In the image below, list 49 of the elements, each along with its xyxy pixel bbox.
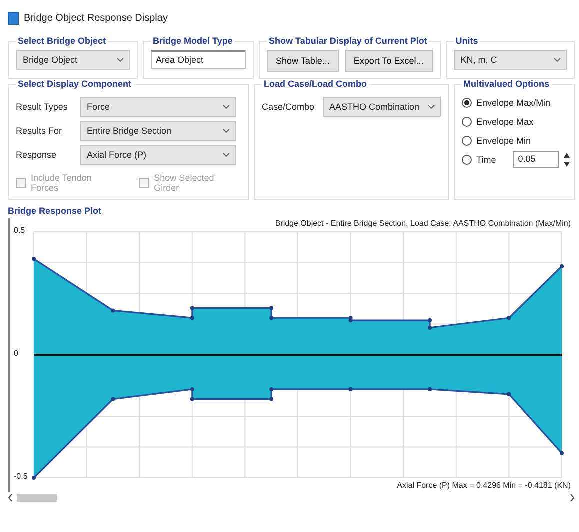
- caret-icon: [223, 153, 230, 157]
- checkbox-label: Include Tendon Forces: [31, 173, 93, 193]
- app-icon: [8, 12, 19, 24]
- dropdown[interactable]: KN, m, C: [454, 50, 567, 70]
- group-title: Load Case/Load Combo: [263, 79, 368, 89]
- group-title: Units: [454, 36, 480, 46]
- caret-icon: [223, 105, 230, 109]
- dropdown[interactable]: AASTHO Combination: [322, 97, 441, 117]
- caret-icon: [554, 58, 561, 62]
- radio-label: Time: [476, 154, 496, 166]
- radio-button[interactable]: [462, 136, 472, 146]
- number-field[interactable]: 0.05: [513, 151, 560, 168]
- dropdown[interactable]: Entire Bridge Section: [80, 121, 236, 141]
- window-title: Bridge Object Response Display: [24, 12, 168, 24]
- radio-label: Envelope Min: [476, 134, 532, 146]
- group-title: Show Tabular Display of Current Plot: [268, 36, 428, 46]
- dropdown[interactable]: Axial Force (P): [80, 145, 236, 165]
- axis-tick-label: 0.5: [14, 226, 26, 236]
- radio-label: Envelope Max/Min: [476, 96, 551, 108]
- group-title: Select Bridge Object: [17, 36, 108, 46]
- scroll-right-icon[interactable]: [570, 494, 575, 502]
- field-label: Case/Combo: [262, 102, 315, 112]
- field-label: Result Types: [16, 102, 69, 112]
- button[interactable]: Export To Excel...: [344, 50, 433, 72]
- axis-tick-label: -0.5: [14, 472, 28, 482]
- plot-header: Bridge Object - Entire Bridge Section, Load Case: AASTHO Combination (Max/Min): [274, 218, 572, 230]
- scrollbar-thumb[interactable]: [17, 494, 57, 502]
- plot-footer: Axial Force (P) Max = 0.4296 Min = -0.4181 (KN): [12, 480, 575, 492]
- dropdown[interactable]: Bridge Object: [16, 50, 130, 70]
- radio-button[interactable]: [462, 154, 472, 164]
- section-title: Bridge Response Plot: [8, 206, 103, 216]
- button[interactable]: Show Table...: [267, 50, 339, 72]
- spinner-icon[interactable]: [564, 152, 570, 168]
- radio-button[interactable]: [462, 116, 472, 126]
- group-title: Multivalued Options: [462, 79, 551, 89]
- radio-label: Envelope Max: [476, 116, 534, 128]
- checkbox-label: Show Selected Girder: [154, 173, 216, 193]
- field-label: Response: [16, 150, 58, 160]
- caret-icon: [223, 129, 230, 133]
- caret-icon: [428, 105, 435, 109]
- text-field[interactable]: Area Object: [151, 50, 246, 69]
- radio-button[interactable]: [462, 98, 472, 108]
- dropdown[interactable]: Force: [80, 97, 236, 117]
- group-title: Bridge Model Type: [152, 36, 234, 46]
- scroll-left-icon[interactable]: [8, 494, 13, 502]
- axis-tick-label: 0: [14, 349, 18, 359]
- caret-icon: [117, 58, 124, 62]
- group-title: Select Display Component: [17, 79, 133, 89]
- field-label: Results For: [16, 126, 64, 136]
